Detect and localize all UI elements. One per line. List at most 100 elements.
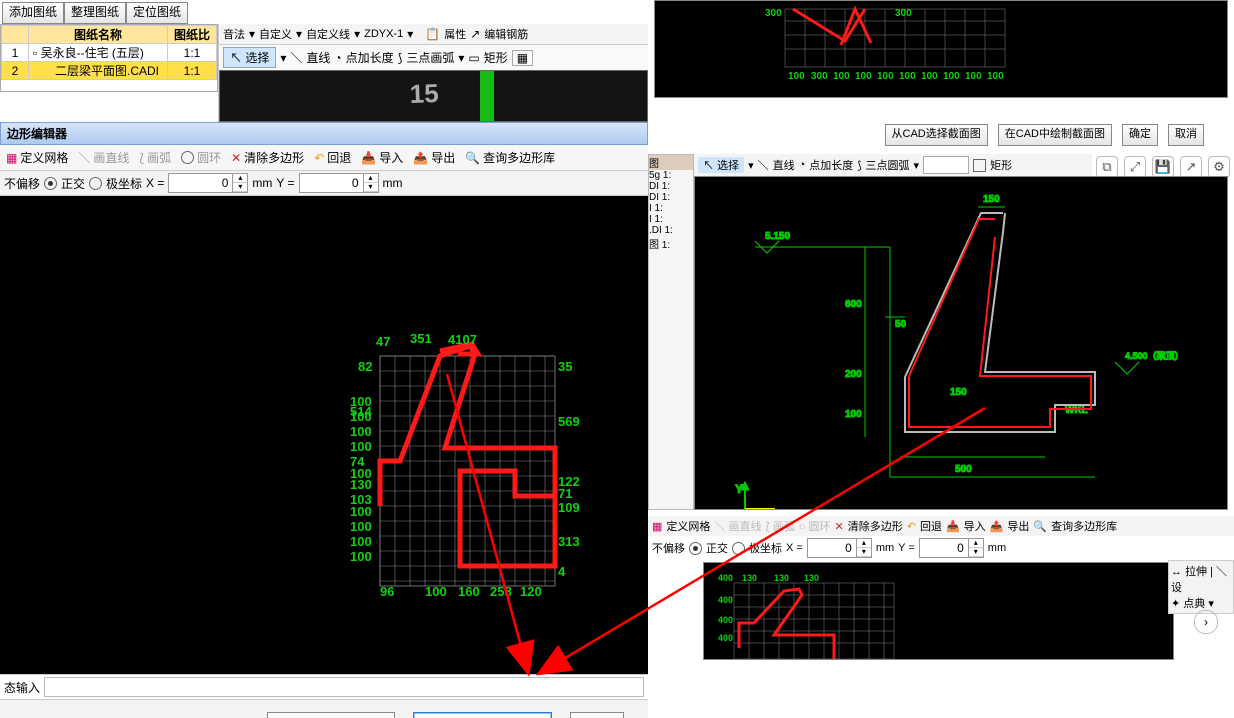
svg-text:100: 100: [921, 71, 938, 82]
r2-y[interactable]: ▴▾: [919, 538, 984, 558]
svg-text:50: 50: [895, 319, 907, 330]
arc-tool[interactable]: 三点画弧: [406, 49, 454, 66]
svg-text:71: 71: [558, 486, 572, 501]
polar-radio[interactable]: [89, 177, 102, 190]
drawing-list[interactable]: 图纸名称图纸比 1▫ 吴永良--住宅 (五层)1:1 2二层梁平面图.CADI1…: [0, 24, 218, 92]
svg-text:100: 100: [845, 409, 862, 420]
svg-text:Y: Y: [735, 482, 743, 496]
r2-undo[interactable]: 回退: [920, 518, 942, 534]
point-tool[interactable]: 点典: [1183, 598, 1205, 610]
dd-3[interactable]: 自定义线: [306, 26, 350, 42]
svg-text:150: 150: [983, 194, 1000, 205]
line-tool[interactable]: 直线: [306, 49, 330, 66]
grid-def-button[interactable]: ▦定义网格: [6, 149, 68, 166]
query-button[interactable]: 🔍 查询多边形库: [465, 149, 555, 166]
section-canvas[interactable]: 5.150 50 200 600 100 500 150 150 4.500（梁…: [694, 176, 1228, 510]
svg-text:100: 100: [943, 71, 960, 82]
stretch-tool[interactable]: 拉伸: [1185, 566, 1207, 578]
col-ratio: 图纸比: [168, 26, 217, 44]
dd-4[interactable]: ZDYX-1: [364, 28, 403, 40]
rect-tool[interactable]: 矩形: [484, 49, 508, 66]
r-ok[interactable]: 确定: [1122, 124, 1158, 146]
r2-polar[interactable]: [732, 542, 745, 555]
svg-text:100: 100: [425, 584, 447, 599]
dd-1[interactable]: 音法: [223, 26, 245, 42]
svg-text:100: 100: [350, 409, 372, 424]
save-icon[interactable]: 💾: [1152, 156, 1174, 178]
svg-text:100: 100: [855, 71, 872, 82]
gear-icon[interactable]: ⚙: [1208, 156, 1230, 178]
add-drawing-button[interactable]: 添加图纸: [2, 2, 64, 24]
svg-text:100: 100: [788, 71, 805, 82]
r-arc[interactable]: 三点圆弧: [866, 157, 910, 173]
r-cancel[interactable]: 取消: [1168, 124, 1204, 146]
line-button: ＼ 画直线: [78, 149, 129, 166]
svg-text:82: 82: [358, 359, 372, 374]
svg-text:160: 160: [458, 584, 480, 599]
status-input[interactable]: [44, 677, 644, 697]
select-tool[interactable]: 选择: [245, 51, 269, 65]
svg-text:130: 130: [804, 573, 819, 583]
clear-button[interactable]: ✕ 清除多边形: [231, 149, 304, 166]
y-input[interactable]: ▴▾: [299, 173, 379, 193]
editor-title: 边形编辑器: [0, 122, 648, 145]
undo-button[interactable]: ↶ 回退: [314, 149, 351, 166]
prop-button[interactable]: 属性: [444, 26, 466, 42]
expand-icon[interactable]: ⤢: [1124, 156, 1146, 178]
r2-grid[interactable]: 定义网格: [666, 518, 710, 534]
r2-clear[interactable]: 清除多边形: [848, 518, 903, 534]
x-input[interactable]: ▴▾: [168, 173, 248, 193]
svg-text:313: 313: [558, 534, 580, 549]
svg-text:109: 109: [558, 500, 580, 515]
no-shift-label: 不偏移: [4, 175, 40, 192]
r2-export[interactable]: 导出: [1007, 518, 1029, 534]
dd-2[interactable]: 自定义: [259, 26, 292, 42]
r-len[interactable]: 点加长度: [809, 157, 853, 173]
col-name: 图纸名称: [29, 26, 168, 44]
export-button[interactable]: 📤 导出: [413, 149, 455, 166]
svg-text:96: 96: [380, 584, 394, 599]
svg-text:150: 150: [950, 387, 967, 398]
svg-text:500: 500: [955, 464, 972, 475]
svg-text:100: 100: [833, 71, 850, 82]
r-line[interactable]: 直线: [773, 157, 795, 173]
r-dropdown[interactable]: [923, 156, 969, 174]
svg-text:35: 35: [558, 359, 572, 374]
table-row[interactable]: 2二层梁平面图.CADI1:1: [2, 62, 217, 80]
nav-arrow-icon[interactable]: ›: [1194, 610, 1218, 634]
r-select[interactable]: 选择: [717, 160, 739, 172]
r2-x[interactable]: ▴▾: [807, 538, 872, 558]
svg-text:569: 569: [558, 414, 580, 429]
ok-button[interactable]: 确定: [570, 712, 624, 718]
in-cad-button[interactable]: 在CAD中绘制截面图: [413, 712, 552, 718]
svg-text:120: 120: [520, 584, 542, 599]
r2-import[interactable]: 导入: [964, 518, 986, 534]
svg-text:300: 300: [765, 8, 782, 19]
svg-text:100: 100: [350, 549, 372, 564]
svg-text:47: 47: [376, 334, 390, 349]
tidy-drawing-button[interactable]: 整理图纸: [64, 2, 126, 24]
top-preview: 300 300 100 300 100100100 100100100 1001…: [654, 0, 1228, 98]
edit-rebar-button[interactable]: 编辑钢筋: [484, 26, 528, 42]
len-tool[interactable]: 点加长度: [346, 49, 394, 66]
r-fromcad[interactable]: 从CAD选择截面图: [885, 124, 988, 146]
share-icon[interactable]: ↗: [1180, 156, 1202, 178]
r2-ortho[interactable]: [689, 542, 702, 555]
svg-text:130: 130: [742, 573, 757, 583]
from-cad-button[interactable]: 从CAD选择截面图: [267, 712, 394, 718]
svg-text:100: 100: [350, 439, 372, 454]
svg-text:100: 100: [987, 71, 1004, 82]
r-incad[interactable]: 在CAD中绘制截面图: [998, 124, 1112, 146]
locate-drawing-button[interactable]: 定位图纸: [126, 2, 188, 24]
copy-icon[interactable]: ⧉: [1096, 156, 1118, 178]
polygon-canvas[interactable]: 47 351 4107 82 35 514 569 122 71 109 313…: [0, 196, 648, 674]
r-rect-check[interactable]: [973, 159, 986, 172]
svg-text:600: 600: [845, 299, 862, 310]
r2-query[interactable]: 查询多边形库: [1051, 518, 1117, 534]
svg-text:400: 400: [718, 615, 733, 625]
table-row[interactable]: 1▫ 吴永良--住宅 (五层)1:1: [2, 44, 217, 62]
svg-text:400: 400: [718, 633, 733, 643]
ortho-radio[interactable]: [44, 177, 57, 190]
import-button[interactable]: 📥 导入: [361, 149, 403, 166]
svg-text:300: 300: [895, 8, 912, 19]
